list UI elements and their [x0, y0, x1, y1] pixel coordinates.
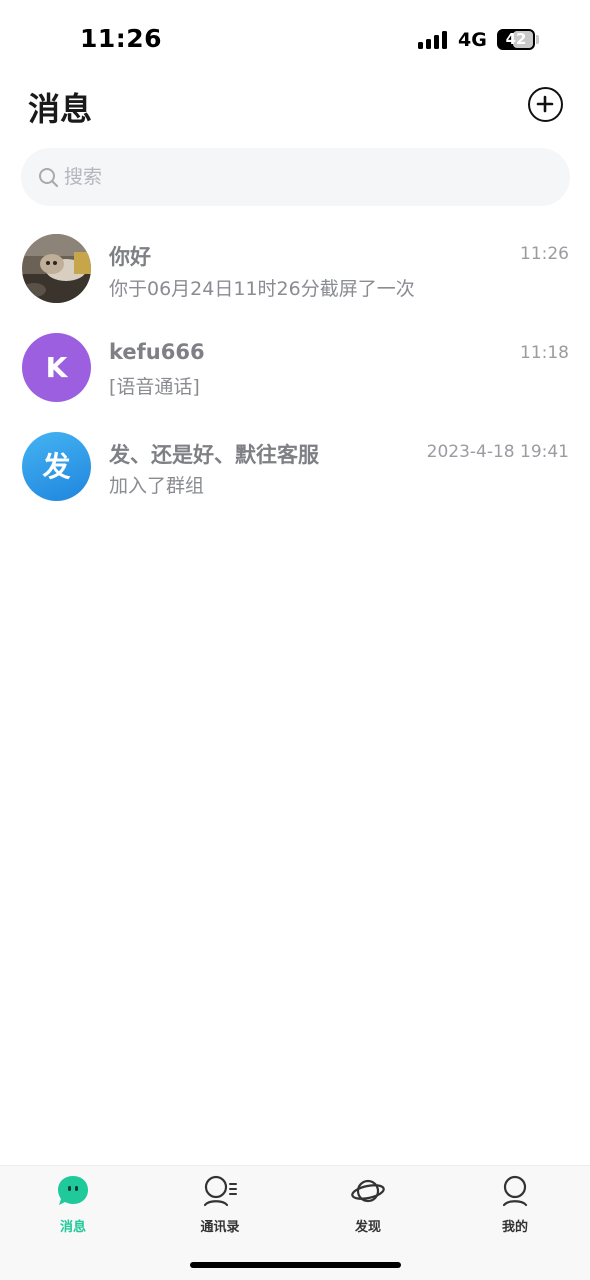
- plus-circle-icon: [536, 95, 554, 113]
- tab-discover[interactable]: 发现: [313, 1166, 423, 1246]
- battery-icon: 42: [497, 29, 535, 50]
- conversation-preview: 加入了群组: [109, 475, 205, 497]
- avatar: K: [22, 333, 91, 402]
- tab-label: 发现: [354, 1220, 381, 1235]
- avatar-letter: K: [45, 351, 68, 384]
- conversation-name: kefu666: [109, 340, 205, 364]
- avatar: 发: [22, 432, 91, 501]
- signal-strength-icon: [418, 31, 448, 49]
- contacts-icon: [203, 1175, 237, 1207]
- avatar-photo: [22, 234, 91, 303]
- conversation-time: 2023-4-18 19:41: [426, 442, 569, 462]
- profile-icon: [502, 1175, 528, 1207]
- add-button[interactable]: [528, 87, 563, 122]
- tab-label: 消息: [59, 1220, 86, 1235]
- conversation-preview: 你于06月24日11时26分截屏了一次: [109, 278, 415, 300]
- conversation-name: 发、还是好、默往客服: [109, 443, 319, 467]
- search-bar[interactable]: [21, 148, 570, 206]
- tab-label: 我的: [501, 1220, 528, 1235]
- avatar-letter: 发: [42, 450, 71, 483]
- tab-contacts[interactable]: 通讯录: [165, 1166, 275, 1246]
- chat-bubble-icon: [58, 1176, 88, 1205]
- search-icon: [39, 168, 59, 188]
- battery-tip: [536, 35, 539, 44]
- planet-icon: [351, 1179, 385, 1203]
- search-input[interactable]: [64, 161, 544, 193]
- tab-label: 通讯录: [200, 1220, 240, 1235]
- status-time: 11:26: [80, 24, 163, 53]
- page-title: 消息: [28, 90, 93, 128]
- home-indicator: [190, 1262, 401, 1268]
- status-bar: 11:26 4G 42: [0, 0, 590, 80]
- tab-messages[interactable]: 消息: [18, 1166, 128, 1246]
- conversation-preview: [语音通话]: [109, 376, 200, 398]
- conversation-time: 11:18: [520, 343, 569, 363]
- tab-profile[interactable]: 我的: [460, 1166, 570, 1246]
- battery-level: 42: [505, 30, 527, 48]
- network-type: 4G: [458, 29, 487, 51]
- conversation-time: 11:26: [520, 244, 569, 264]
- conversation-item[interactable]: K kefu666 11:18 [语音通话]: [0, 319, 590, 418]
- conversation-item[interactable]: 你好 11:26 你于06月24日11时26分截屏了一次: [0, 220, 590, 319]
- conversation-name: 你好: [109, 245, 151, 269]
- conversation-item[interactable]: 发 发、还是好、默往客服 2023-4-18 19:41 加入了群组: [0, 418, 590, 517]
